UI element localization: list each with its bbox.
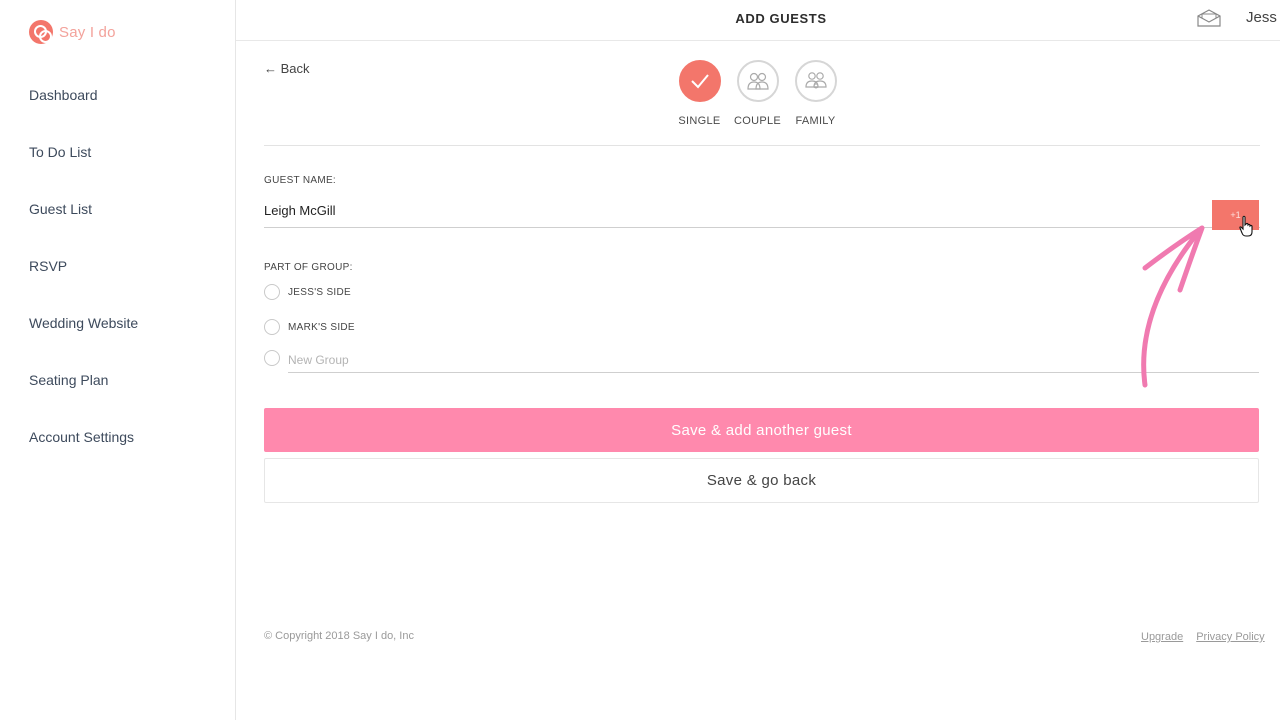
- step-couple[interactable]: COUPLE: [733, 60, 782, 127]
- brand-logo[interactable]: Say I do: [29, 20, 116, 44]
- sidebar-item-wedding-website[interactable]: Wedding Website: [29, 314, 138, 371]
- sidebar-item-dashboard[interactable]: Dashboard: [29, 86, 138, 143]
- footer-links: Upgrade Privacy Policy: [1141, 631, 1265, 643]
- top-header: ADD GUESTS Jess: [236, 0, 1280, 41]
- group-option-label: JESS'S SIDE: [288, 286, 352, 298]
- guest-type-selector: SINGLE COUPLE FAMILY: [678, 60, 837, 127]
- group-option-mark-side[interactable]: MARK'S SIDE: [264, 319, 355, 335]
- sidebar-item-guest-list[interactable]: Guest List: [29, 200, 138, 257]
- step-family-label: FAMILY: [795, 115, 836, 127]
- new-group-input[interactable]: [288, 348, 1259, 373]
- check-icon: [690, 74, 709, 89]
- sidebar: Say I do Dashboard To Do List Guest List…: [0, 0, 236, 720]
- hand-cursor-icon: [1239, 215, 1253, 237]
- group-option-label: MARK'S SIDE: [288, 321, 355, 333]
- radio-mark-side[interactable]: [264, 319, 280, 335]
- step-family[interactable]: FAMILY: [794, 60, 837, 127]
- couple-icon: [746, 72, 769, 90]
- radio-jess-side[interactable]: [264, 284, 280, 300]
- save-go-back-button[interactable]: Save & go back: [264, 458, 1259, 503]
- privacy-policy-link[interactable]: Privacy Policy: [1196, 631, 1264, 643]
- user-name[interactable]: Jess: [1246, 9, 1277, 26]
- step-single-circle: [678, 60, 721, 102]
- brand-name: Say I do: [59, 23, 116, 41]
- sidebar-item-seating-plan[interactable]: Seating Plan: [29, 371, 138, 428]
- group-label: PART OF GROUP:: [264, 262, 353, 273]
- step-single[interactable]: SINGLE: [678, 60, 721, 127]
- copyright-text: © Copyright 2018 Say I do, Inc: [264, 630, 414, 642]
- guest-name-input[interactable]: [264, 199, 1260, 228]
- group-option-new-group[interactable]: [264, 350, 288, 366]
- step-family-circle: [794, 60, 837, 102]
- family-icon: [804, 72, 827, 89]
- guest-name-label: GUEST NAME:: [264, 175, 337, 186]
- back-link[interactable]: ← Back: [264, 61, 310, 76]
- step-couple-label: COUPLE: [733, 115, 782, 127]
- sidebar-item-account-settings[interactable]: Account Settings: [29, 428, 138, 485]
- save-add-another-button[interactable]: Save & add another guest: [264, 408, 1259, 452]
- step-couple-circle: [736, 60, 779, 102]
- radio-new-group[interactable]: [264, 350, 280, 366]
- rings-logo-icon: [29, 20, 53, 44]
- page-title: ADD GUESTS: [735, 11, 827, 26]
- sidebar-nav: Dashboard To Do List Guest List RSVP Wed…: [29, 86, 138, 485]
- envelope-icon[interactable]: [1196, 8, 1222, 28]
- annotation-arrow-icon: [1141, 225, 1205, 388]
- section-divider: [264, 145, 1260, 146]
- group-option-jess-side[interactable]: JESS'S SIDE: [264, 284, 351, 300]
- upgrade-link[interactable]: Upgrade: [1141, 631, 1183, 643]
- sidebar-item-todo-list[interactable]: To Do List: [29, 143, 138, 200]
- step-single-label: SINGLE: [678, 115, 721, 127]
- sidebar-item-rsvp[interactable]: RSVP: [29, 257, 138, 314]
